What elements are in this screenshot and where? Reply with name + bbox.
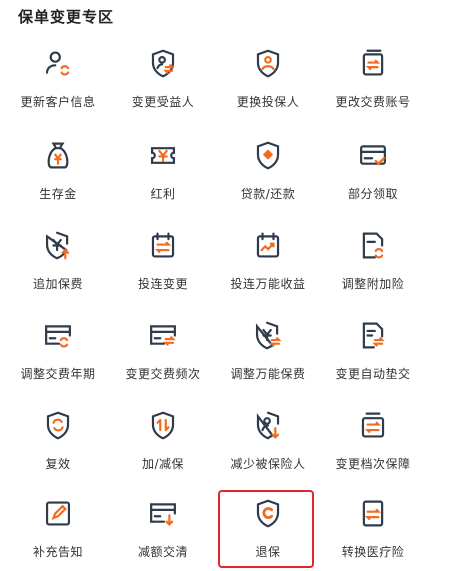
shield-updown-icon [151,411,175,440]
item-dividend[interactable]: 红利 [111,132,215,202]
item-label: 投连万能收益 [230,277,306,291]
item-convert-medical-insurance[interactable]: 转换医疗险 [321,490,425,560]
card-check-icon [360,145,386,166]
item-label: 更换投保人 [236,95,300,109]
user-refresh-icon [45,51,70,76]
item-adjust-rider[interactable]: 调整附加险 [321,222,425,292]
money-bag-icon [47,142,69,169]
item-label: 减少被保险人 [230,457,306,471]
ticket-yen-icon [150,147,176,164]
item-change-beneficiary[interactable]: 变更受益人 [111,40,215,110]
item-additional-premium[interactable]: 追加保费 [6,222,110,292]
doc-swap-icon [362,500,384,527]
item-label: 更改交费账号 [335,95,411,109]
item-label: 减额交清 [137,545,188,559]
selection-highlight [218,490,314,568]
item-label: 投连变更 [137,277,188,291]
item-adjust-payment-term[interactable]: 调整交费年期 [6,312,110,382]
item-label: 部分领取 [347,187,398,201]
card-down-icon [150,503,176,526]
item-supplementary-disclosure[interactable]: 补充告知 [6,490,110,560]
item-label: 转换医疗险 [341,545,405,559]
item-survival-benefit[interactable]: 生存金 [6,132,110,202]
shield-dot-icon [256,141,280,170]
user-shield-swap-icon [151,49,175,78]
item-reduced-paid-up[interactable]: 减额交清 [111,490,215,560]
item-adjust-universal-premium[interactable]: 调整万能保费 [216,312,320,382]
item-label: 调整万能保费 [230,367,306,381]
item-label: 变更自动垫交 [335,367,411,381]
item-unit-linked-universal-return[interactable]: 投连万能收益 [216,222,320,292]
item-label: 红利 [150,187,176,201]
item-change-payment-frequency[interactable]: 变更交费频次 [111,312,215,382]
item-partial-withdrawal[interactable]: 部分领取 [321,132,425,202]
policy-change-grid: 更新客户信息 变更受益人 更换投保人 更改交费账号 生存金 红利 贷款/还款 部… [0,0,451,571]
card-swap-icon [362,49,384,76]
item-label: 复效 [45,457,71,471]
card-refresh-icon [45,325,71,348]
item-reduce-insured[interactable]: 减少被保险人 [216,402,320,472]
item-change-policyholder[interactable]: 更换投保人 [216,40,320,110]
card-swap-icon [150,325,176,346]
item-label: 变更交费频次 [125,367,201,381]
item-label: 调整附加险 [341,277,405,291]
item-label: 贷款/还款 [240,187,296,201]
item-label: 更新客户信息 [20,95,96,109]
item-loan-repayment[interactable]: 贷款/还款 [216,132,320,202]
item-label: 变更档次保障 [335,457,411,471]
calendar-trend-icon [256,232,280,258]
doc-swap-icon [362,322,385,349]
item-increase-decrease-coverage[interactable]: 加/减保 [111,402,215,472]
shield-person-icon [256,49,280,78]
doc-refresh-icon [362,232,384,259]
item-label: 变更受益人 [131,95,195,109]
shield-person-down-icon [256,411,280,440]
item-change-payment-account[interactable]: 更改交费账号 [321,40,425,110]
shield-yen-swap-icon [255,321,282,350]
box-swap-icon [361,412,385,438]
item-change-auto-premium-loan[interactable]: 变更自动垫交 [321,312,425,382]
item-label: 追加保费 [32,277,83,291]
item-label: 加/减保 [141,457,185,471]
edit-square-icon [45,501,71,526]
item-label: 调整交费年期 [20,367,96,381]
item-update-customer-info[interactable]: 更新客户信息 [6,40,110,110]
item-unit-linked-change[interactable]: 投连变更 [111,222,215,292]
item-change-coverage-level[interactable]: 变更档次保障 [321,402,425,472]
item-label: 补充告知 [32,545,83,559]
shield-refresh-icon [46,411,70,440]
item-reinstatement[interactable]: 复效 [6,402,110,472]
calendar-swap-icon [151,232,175,258]
shield-yen-up-icon [45,231,70,260]
item-label: 生存金 [39,187,77,201]
